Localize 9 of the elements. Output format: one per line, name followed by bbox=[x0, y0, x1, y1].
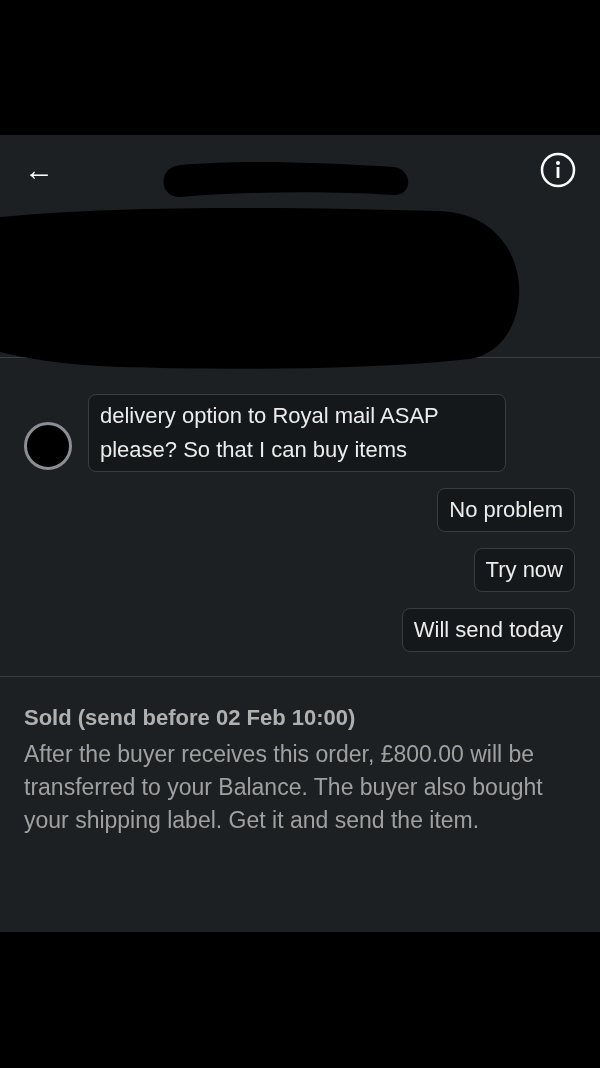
back-icon[interactable]: ← bbox=[24, 155, 54, 185]
avatar bbox=[24, 422, 72, 470]
message-bubble: No problem bbox=[437, 488, 575, 532]
message-bubble: Will send today bbox=[401, 608, 575, 652]
info-icon[interactable] bbox=[540, 152, 576, 188]
order-status-title: Sold (send before 02 Feb 10:00) bbox=[24, 704, 357, 732]
order-status-text: After the buyer receives this order, £800.00 will be transferred to your Balance. The buyer also bought your shipping label. Get it and send the item. bbox=[24, 740, 544, 835]
message-bubble: delivery option to Royal mail ASAP please? So that I can buy items bbox=[88, 394, 506, 472]
message-bubble: Try now bbox=[473, 548, 575, 592]
